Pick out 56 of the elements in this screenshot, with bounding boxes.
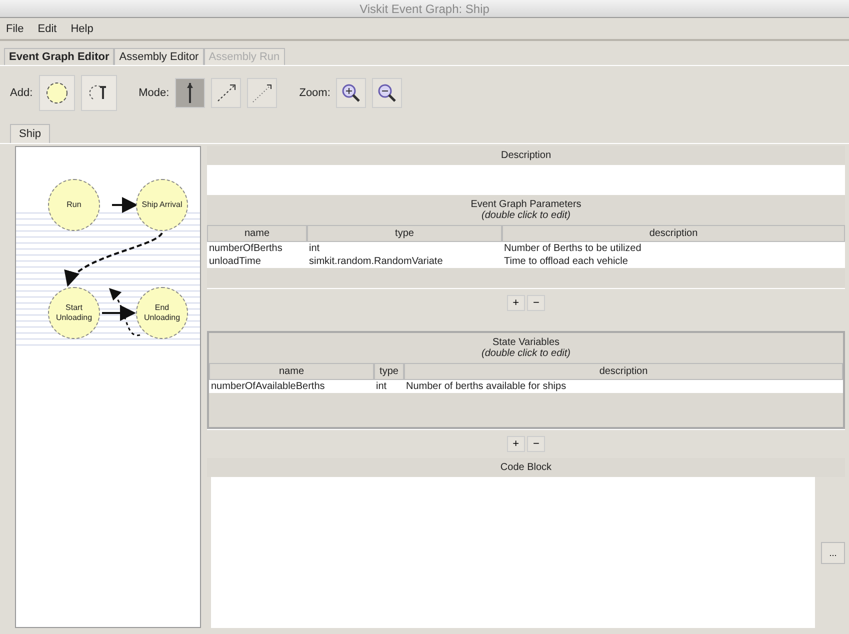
- add-button[interactable]: +: [506, 295, 525, 311]
- edge-arrow[interactable]: [112, 197, 138, 213]
- tab[interactable]: Assembly Editor: [114, 48, 204, 65]
- add-button[interactable]: +: [506, 436, 525, 452]
- node-icon: [44, 81, 69, 105]
- table-cell-text: Time to offload each vehicle: [503, 255, 629, 268]
- panel-title: Event Graph Parameters: [470, 199, 582, 210]
- table-cell-text: numberOfAvailableBerths: [210, 380, 326, 393]
- remove-button[interactable]: −: [527, 436, 546, 452]
- code-field[interactable]: [211, 477, 815, 628]
- add-edge-button[interactable]: [80, 75, 117, 111]
- zoom-label: Zoom:: [299, 87, 330, 99]
- column-header[interactable]: name: [209, 363, 374, 380]
- table-cell-text: int: [375, 380, 388, 393]
- description-field[interactable]: [207, 165, 845, 195]
- zoom-out-icon: [376, 82, 398, 104]
- table-cell-text: simkit.random.RandomVariate: [308, 255, 444, 268]
- menu-item[interactable]: Help: [70, 22, 94, 34]
- edge-arrow[interactable]: [102, 305, 136, 321]
- code-block-title: Code Block: [500, 462, 552, 473]
- column-header[interactable]: description: [502, 225, 845, 242]
- window-title: Viskit Event Graph: Ship: [360, 2, 490, 16]
- mode-button[interactable]: [211, 78, 242, 108]
- dashed-edge-arrow[interactable]: [109, 288, 140, 336]
- panel-title: State Variables: [492, 337, 560, 348]
- zoom-out-button[interactable]: [372, 78, 402, 108]
- zoom-in-icon: [340, 82, 362, 104]
- description-title: Description: [500, 150, 552, 161]
- edit-button[interactable]: ...: [821, 542, 845, 564]
- column-header[interactable]: type: [307, 225, 502, 242]
- remove-button[interactable]: −: [527, 295, 546, 311]
- column-header[interactable]: name: [207, 225, 307, 242]
- menu-item[interactable]: Edit: [38, 22, 57, 34]
- add-label: Add:: [10, 87, 33, 99]
- tab[interactable]: Event Graph Editor: [4, 48, 114, 65]
- column-header[interactable]: description: [404, 363, 843, 380]
- table-cell-text: unloadTime: [208, 255, 262, 268]
- zoom-in-button[interactable]: [336, 78, 366, 108]
- edit-hint: (double click to edit): [482, 210, 570, 221]
- add-node-button[interactable]: [38, 75, 75, 111]
- event-node[interactable]: Ship Arrival: [136, 179, 188, 231]
- event-node[interactable]: Run: [48, 179, 100, 231]
- mode-button[interactable]: [175, 78, 206, 108]
- column-header[interactable]: type: [374, 363, 404, 380]
- graph-tab[interactable]: Ship: [10, 124, 50, 143]
- event-node[interactable]: End Unloading: [136, 287, 188, 339]
- table-cell-text: Number of berths available for ships: [405, 380, 568, 393]
- mode-label: Mode:: [138, 87, 170, 99]
- table-cell-text: numberOfBerths: [208, 242, 284, 255]
- pointer-icon: [186, 83, 194, 103]
- menu-item[interactable]: File: [6, 22, 24, 34]
- edit-hint: (double click to edit): [482, 348, 570, 359]
- table-cell-text: int: [308, 242, 321, 255]
- event-node[interactable]: Start Unloading: [48, 287, 100, 339]
- dashed-edge-arrow[interactable]: [67, 232, 163, 287]
- table-cell-text: Number of Berths to be utilized: [503, 242, 642, 255]
